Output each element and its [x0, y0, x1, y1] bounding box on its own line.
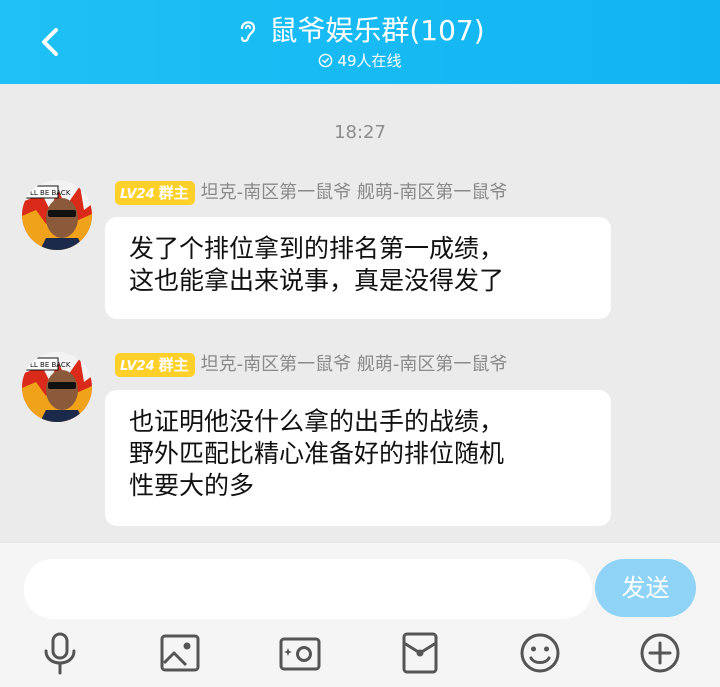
check-circle-icon	[319, 53, 333, 68]
message-line: 也证明他没什么拿的出手的战绩，	[129, 407, 505, 436]
composer-bar: 发送	[0, 542, 720, 687]
online-status: 49人在线	[0, 51, 720, 71]
message-bubble[interactable]: 也证明他没什么拿的出手的战绩， 野外匹配比精心准备好的排位随机 性要大的多	[105, 390, 611, 526]
sender-meta: LV24 群主 坦克-南区第一鼠爷 舰萌-南区第一鼠爷	[115, 353, 507, 379]
message-line: 发了个排位拿到的排名第一成绩，	[129, 234, 505, 263]
role-label: 群主	[158, 356, 189, 374]
message-line: 性要大的多	[129, 471, 255, 500]
level-label: LV24	[120, 359, 155, 374]
send-button[interactable]: 发送	[595, 559, 696, 617]
level-badge: LV24 群主	[115, 353, 195, 377]
sender-name[interactable]: 坦克-南区第一鼠爷 舰萌-南区第一鼠爷	[201, 353, 508, 377]
level-badge: LV24 群主	[115, 181, 195, 205]
message-input[interactable]	[24, 559, 592, 619]
chat-header: 鼠爷娱乐群(107) 49人在线	[0, 0, 720, 84]
avatar-image: I'LL BE BACK	[22, 180, 92, 250]
plus-icon[interactable]	[636, 629, 684, 677]
chat-title-row[interactable]: 鼠爷娱乐群(107)	[0, 14, 720, 48]
sender-name[interactable]: 坦克-南区第一鼠爷 舰萌-南区第一鼠爷	[201, 181, 508, 205]
message-line: 野外匹配比精心准备好的排位随机	[129, 439, 505, 468]
online-count: 49人在线	[337, 52, 402, 70]
message-line: 这也能拿出来说事，真是没得发了	[129, 266, 505, 295]
level-label: LV24	[120, 187, 155, 202]
avatar-image: I'LL BE BACK	[22, 352, 92, 422]
red-packet-icon[interactable]	[396, 629, 444, 677]
page-title: 鼠爷娱乐群(107)	[269, 14, 485, 47]
sender-meta: LV24 群主 坦克-南区第一鼠爷 舰萌-南区第一鼠爷	[115, 181, 507, 207]
avatar[interactable]: I'LL BE BACK	[22, 352, 92, 422]
emoji-icon[interactable]	[516, 629, 564, 677]
avatar-caption: I'LL BE BACK	[26, 361, 71, 369]
message-timestamp: 18:27	[334, 122, 386, 143]
avatar[interactable]: I'LL BE BACK	[22, 180, 92, 250]
message-bubble[interactable]: 发了个排位拿到的排名第一成绩， 这也能拿出来说事，真是没得发了	[105, 217, 611, 319]
microphone-icon[interactable]	[36, 629, 84, 677]
ear-icon	[241, 21, 256, 43]
camera-icon[interactable]	[276, 629, 324, 677]
role-label: 群主	[158, 184, 189, 202]
avatar-caption: I'LL BE BACK	[26, 189, 71, 197]
image-icon[interactable]	[156, 629, 204, 677]
